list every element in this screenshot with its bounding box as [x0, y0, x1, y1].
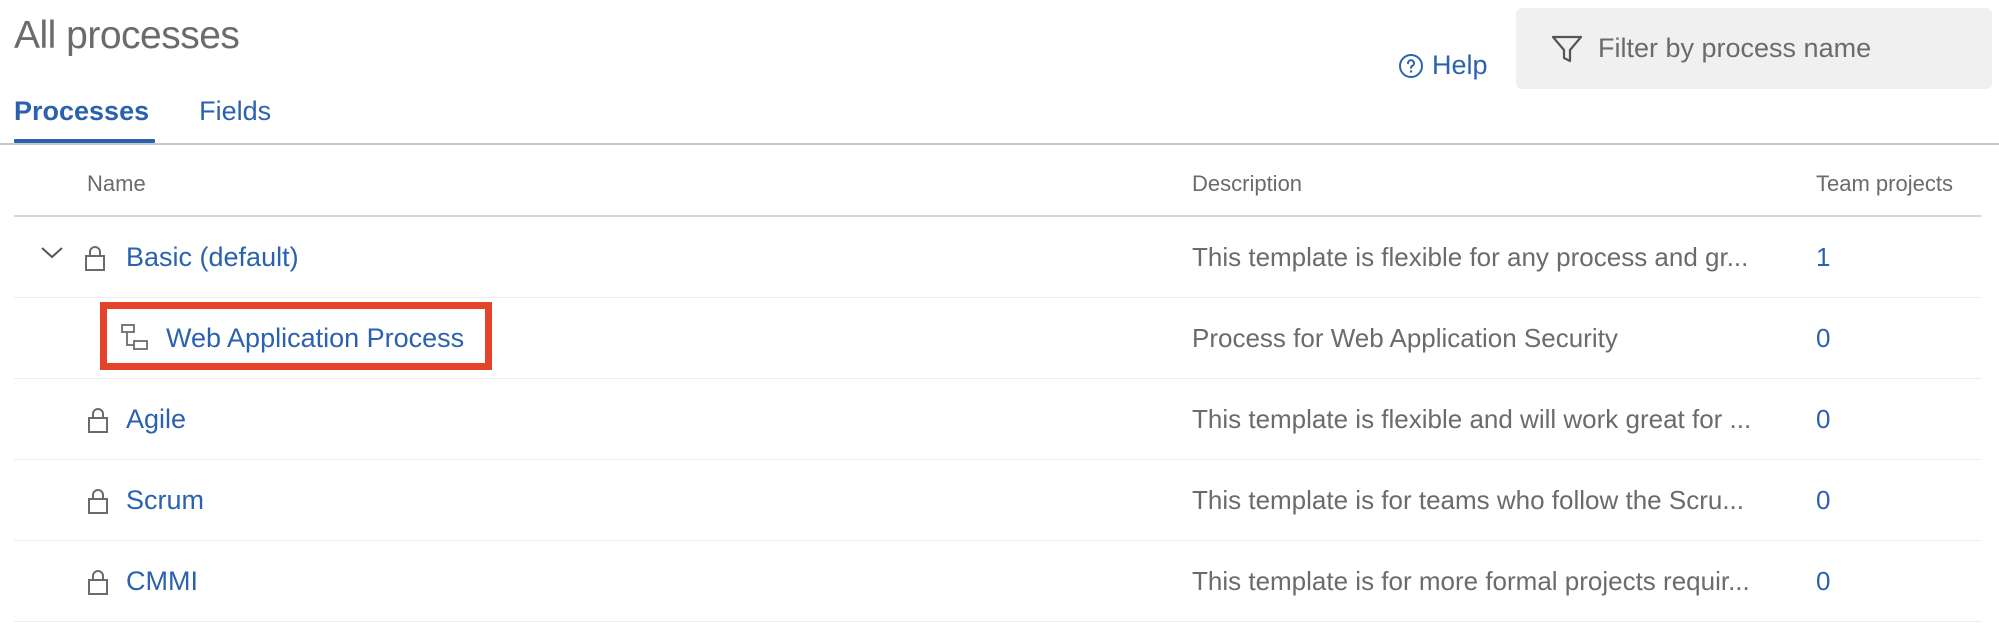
filter-input[interactable] — [1598, 33, 1978, 64]
team-projects-count[interactable]: 1 — [1816, 217, 1830, 298]
tab-bar: Processes Fields — [14, 96, 321, 143]
team-projects-count[interactable]: 0 — [1816, 460, 1830, 541]
column-header-team-projects[interactable]: Team projects — [1816, 171, 1953, 197]
process-description: This template is flexible for any proces… — [1192, 242, 1749, 272]
process-name-link[interactable]: Scrum — [126, 460, 204, 541]
filter-box[interactable] — [1516, 8, 1992, 89]
process-name-link[interactable]: Agile — [126, 379, 186, 460]
lock-icon — [84, 405, 112, 435]
team-projects-count[interactable]: 0 — [1816, 298, 1830, 379]
filter-icon — [1551, 35, 1583, 62]
process-name-link[interactable]: Basic (default) — [126, 217, 299, 298]
column-header-description[interactable]: Description — [1192, 171, 1302, 197]
table-row[interactable]: Agile This template is flexible and will… — [14, 379, 1981, 460]
help-link[interactable]: Help — [1398, 50, 1488, 81]
team-projects-count[interactable]: 0 — [1816, 379, 1830, 460]
column-header-name[interactable]: Name — [87, 171, 146, 197]
table-row[interactable]: Basic (default) This template is flexibl… — [14, 217, 1981, 298]
process-description: Process for Web Application Security — [1192, 323, 1618, 353]
help-label: Help — [1432, 50, 1488, 80]
table-row[interactable]: Web Application Process Process for Web … — [14, 298, 1981, 379]
lock-icon — [84, 567, 112, 597]
lock-icon — [84, 486, 112, 516]
process-name-link[interactable]: CMMI — [126, 541, 198, 622]
tab-fields[interactable]: Fields — [199, 96, 271, 141]
page-title: All processes — [14, 14, 240, 57]
process-description: This template is for teams who follow th… — [1192, 485, 1744, 515]
process-description: This template is for more formal project… — [1192, 566, 1750, 596]
process-table: Name Description Team projects Basic (de… — [14, 145, 1981, 622]
team-projects-count[interactable]: 0 — [1816, 541, 1830, 622]
process-description: This template is flexible and will work … — [1192, 404, 1752, 434]
chevron-down-icon[interactable] — [38, 239, 66, 267]
inherited-process-icon — [119, 322, 151, 354]
help-circle-icon — [1399, 53, 1423, 78]
process-name-link[interactable]: Web Application Process — [166, 298, 464, 379]
table-row[interactable]: Scrum This template is for teams who fol… — [14, 460, 1981, 541]
table-row[interactable]: CMMI This template is for more formal pr… — [14, 541, 1981, 622]
tab-processes[interactable]: Processes — [14, 96, 156, 143]
table-header: Name Description Team projects — [14, 145, 1981, 217]
lock-icon — [81, 243, 109, 273]
